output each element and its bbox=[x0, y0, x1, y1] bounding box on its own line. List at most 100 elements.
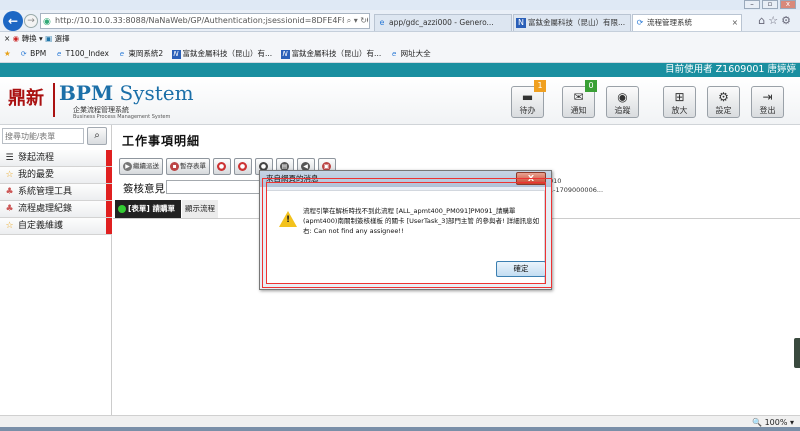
gear-icon[interactable]: ⚙ bbox=[781, 14, 794, 27]
page-title: 工作事項明細 bbox=[122, 134, 201, 148]
browser-navbar: ← → ◉ http://10.10.0.33:8088/NaNaWeb/GP/… bbox=[0, 10, 800, 32]
todo-button[interactable]: 1 ▬ 待办 bbox=[511, 80, 546, 118]
user-icon: ● bbox=[217, 161, 226, 171]
dialog-body: ! 流程引擎在解析時找不到此流程 [ALL_apmt400_PM091]PM09… bbox=[266, 190, 546, 284]
fav-item[interactable]: e 東岡系統2 bbox=[117, 49, 163, 58]
refresh-icon[interactable]: ⌕ ▾ ↻ bbox=[343, 14, 367, 28]
sidebar-item-start-process[interactable]: ☰ 發起流程 bbox=[0, 150, 112, 167]
restore-icon[interactable]: ▫ bbox=[762, 0, 778, 9]
fav-item[interactable]: N 富鈦金屬科技（昆山）有... bbox=[171, 49, 272, 59]
fav-item[interactable]: e T100_Index bbox=[55, 49, 109, 58]
search-button[interactable]: ⌕ bbox=[87, 127, 107, 145]
signature-input[interactable] bbox=[166, 180, 261, 194]
settings-button[interactable]: ⚙ 設定 bbox=[707, 86, 740, 118]
address-bar[interactable]: ◉ http://10.10.0.33:8088/NaNaWeb/GP/Auth… bbox=[40, 13, 370, 29]
side-scroll-handle[interactable] bbox=[794, 338, 800, 368]
command-bar: × ◉ 轉換 ▾ ▣ 選擇 bbox=[0, 32, 800, 45]
notify-badge: 0 bbox=[585, 80, 597, 92]
favorites-star-icon[interactable]: ★ bbox=[4, 49, 11, 58]
tab-form[interactable]: [表單] 請購單 bbox=[115, 200, 181, 218]
active-marker bbox=[106, 150, 112, 166]
logout-button[interactable]: ⇥ 登出 bbox=[751, 86, 784, 118]
sidebar-item-custom-maint[interactable]: ☆ 自定義維護 bbox=[0, 218, 112, 235]
tab-label: 流程管理系統 bbox=[647, 18, 692, 27]
tab-label: app/gdc_azzi000 - Genero... bbox=[389, 18, 494, 27]
tab-form-label: [表單] 請購單 bbox=[128, 204, 175, 213]
zoom-button[interactable]: ⊞ 放大 bbox=[663, 86, 696, 118]
list-icon: ☰ bbox=[5, 153, 14, 163]
dialog-close-button[interactable]: X bbox=[516, 172, 546, 185]
sidebar-item-process-records[interactable]: ♣ 流程處理紀錄 bbox=[0, 201, 112, 218]
track-button[interactable]: ◉ 追蹤 bbox=[606, 86, 639, 118]
send-icon: ▶ bbox=[123, 161, 132, 171]
tab-company[interactable]: N 富鈦金屬科技（昆山）有限... bbox=[513, 14, 631, 31]
ok-button[interactable]: 確定 bbox=[496, 261, 546, 277]
star-icon[interactable]: ☆ bbox=[768, 14, 781, 27]
green-dot-icon bbox=[118, 205, 126, 213]
close-cmd-icon[interactable]: × bbox=[4, 34, 13, 43]
sidebar-item-admin-tools[interactable]: ♣ 系統管理工具 bbox=[0, 184, 112, 201]
todo-badge: 1 bbox=[534, 80, 546, 92]
forward-button[interactable]: → bbox=[24, 14, 38, 28]
save-draft-button[interactable]: ▪ 暫存表單 bbox=[166, 158, 210, 175]
globe-icon: ◉ bbox=[43, 17, 51, 27]
convert-button[interactable]: 轉換 bbox=[22, 34, 37, 43]
active-marker bbox=[106, 201, 112, 217]
user-action-button[interactable]: ● bbox=[234, 158, 252, 175]
fav-item[interactable]: ⟳ BPM bbox=[19, 49, 47, 58]
star-icon: ☆ bbox=[5, 170, 14, 180]
signature-label: 簽核意見: bbox=[123, 183, 169, 195]
notify-button[interactable]: 0 ✉ 通知 bbox=[562, 80, 597, 118]
fav-item[interactable]: N 富鈦金屬科技（昆山）有... bbox=[280, 49, 381, 59]
tab-flow[interactable]: 顯示流程 bbox=[182, 200, 218, 218]
logo-cn: 鼎新 bbox=[8, 88, 44, 109]
logo-divider bbox=[53, 83, 55, 117]
gear-icon: ⚙ bbox=[718, 90, 729, 104]
zoom-level[interactable]: 🔍 100% ▾ bbox=[752, 418, 794, 427]
rss-icon: ◉ bbox=[617, 90, 628, 104]
exit-icon: ⇥ bbox=[762, 90, 773, 104]
back-button[interactable]: ← bbox=[3, 11, 23, 31]
minimize-icon[interactable]: – bbox=[744, 0, 760, 9]
users-icon: ♣ bbox=[5, 187, 14, 197]
browser-tools: ⌂☆⚙ bbox=[758, 14, 794, 27]
close-window-icon[interactable]: x bbox=[780, 0, 796, 9]
home-icon[interactable]: ⌂ bbox=[758, 14, 768, 27]
search-icon: ⌕ bbox=[94, 130, 100, 141]
fav-item[interactable]: e 网址大全 bbox=[390, 49, 431, 58]
dialog-title: 來自網頁的消息 bbox=[260, 171, 551, 187]
continue-send-button[interactable]: ▶ 繼續派送 bbox=[119, 158, 163, 175]
loading-icon: ⟳ bbox=[636, 18, 644, 27]
select-button[interactable]: 選擇 bbox=[55, 34, 70, 43]
sidebar-item-label: 系統管理工具 bbox=[18, 187, 73, 197]
tab-bpm[interactable]: ⟳ 流程管理系統 × bbox=[632, 14, 742, 31]
form-info: 1-1709000006... bbox=[549, 186, 604, 194]
search-input[interactable] bbox=[2, 128, 84, 144]
active-marker bbox=[106, 218, 112, 234]
notify-label: 通知 bbox=[570, 106, 587, 115]
user-icon: ● bbox=[238, 161, 247, 171]
logo-subtitle-en: Business Process Management System bbox=[73, 114, 171, 120]
window-controls: – ▫ x bbox=[744, 0, 796, 9]
close-tab-icon[interactable]: × bbox=[732, 15, 738, 31]
n-icon: N bbox=[516, 18, 526, 28]
tab-genero[interactable]: e app/gdc_azzi000 - Genero... bbox=[374, 14, 512, 31]
user-action-button[interactable]: ● bbox=[213, 158, 231, 175]
sidebar-item-label: 流程處理紀錄 bbox=[18, 204, 73, 214]
tab-label: 富鈦金屬科技（昆山）有限... bbox=[528, 18, 626, 27]
sidebar-item-favorites[interactable]: ☆ 我的最愛 bbox=[0, 167, 112, 184]
users-icon: ♣ bbox=[5, 204, 14, 214]
sidebar-item-label: 自定義維護 bbox=[18, 221, 64, 231]
message-dialog: 來自網頁的消息 X ! 流程引擎在解析時找不到此流程 [ALL_apmt400_… bbox=[259, 170, 552, 290]
star-icon: ☆ bbox=[5, 221, 14, 231]
track-label: 追蹤 bbox=[614, 106, 631, 115]
taskbar-strip bbox=[0, 427, 800, 431]
active-marker bbox=[106, 167, 112, 183]
zoom-label: 放大 bbox=[671, 106, 688, 115]
window-titlebar: – ▫ x bbox=[0, 0, 800, 10]
convert-icon: ◉ bbox=[12, 34, 20, 43]
favorites-bar: ★ ⟳ BPM e T100_Index e 東岡系統2 N 富鈦金屬科技（昆山）有..… bbox=[0, 45, 800, 63]
select-icon: ▣ bbox=[45, 34, 53, 43]
settings-label: 設定 bbox=[715, 106, 732, 115]
app-header: 鼎新 BPM System 企業流程管理系統 Business Process … bbox=[0, 77, 800, 125]
